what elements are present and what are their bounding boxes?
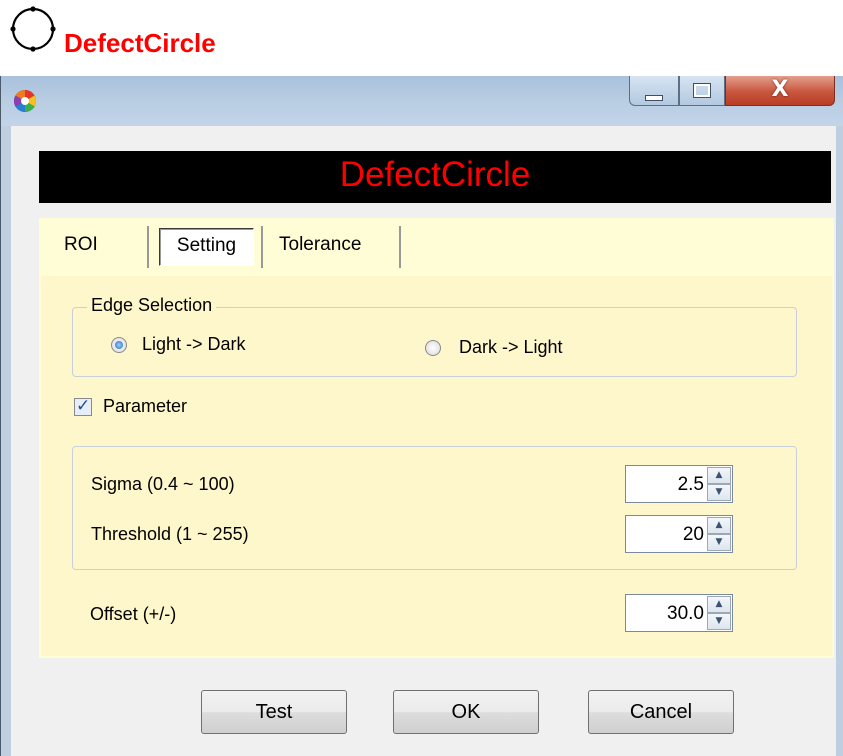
- dialog-client-area: DefectCircle ROI Setting Tolerance Edge …: [11, 126, 836, 756]
- tab-roi[interactable]: ROI: [64, 228, 144, 266]
- tab-control: ROI Setting Tolerance Edge Selection Lig…: [39, 218, 834, 658]
- maximize-icon: [680, 84, 724, 102]
- tab-tolerance[interactable]: Tolerance: [279, 228, 399, 266]
- title-bar[interactable]: X: [1, 76, 843, 126]
- threshold-spinner[interactable]: 20 ▲ ▼: [625, 515, 733, 553]
- close-icon: X: [771, 77, 789, 102]
- spin-up-icon[interactable]: ▲: [707, 467, 731, 484]
- sigma-spinner[interactable]: 2.5 ▲ ▼: [625, 465, 733, 503]
- parameter-checkbox-label[interactable]: Parameter: [103, 396, 187, 417]
- dialog-window: X DefectCircle ROI Setting Tolerance Edg…: [0, 76, 843, 756]
- close-button[interactable]: X: [725, 76, 835, 106]
- maximize-button[interactable]: [679, 76, 725, 106]
- tab-divider: [261, 226, 263, 268]
- minimize-button[interactable]: [629, 76, 679, 106]
- window-controls: X: [629, 76, 839, 110]
- spin-down-icon[interactable]: ▼: [707, 484, 731, 501]
- offset-spin-buttons: ▲ ▼: [707, 596, 731, 630]
- banner-title: DefectCircle: [339, 155, 531, 194]
- radio-dark-to-light[interactable]: [425, 340, 441, 356]
- offset-value[interactable]: 30.0: [628, 603, 704, 625]
- radio-dark-to-light-label[interactable]: Dark -> Light: [459, 337, 563, 358]
- offset-label: Offset (+/-): [90, 604, 177, 624]
- document-header: DefectCircle: [0, 0, 843, 70]
- check-icon: ✓: [76, 396, 91, 416]
- test-button[interactable]: Test: [201, 690, 347, 734]
- tab-divider: [399, 226, 401, 268]
- parameter-checkbox[interactable]: ✓: [74, 396, 92, 416]
- circle-icon: [10, 6, 56, 52]
- sigma-spin-buttons: ▲ ▼: [707, 467, 731, 501]
- spin-up-icon[interactable]: ▲: [707, 517, 731, 534]
- spin-down-icon[interactable]: ▼: [707, 534, 731, 551]
- threshold-value[interactable]: 20: [628, 524, 704, 546]
- offset-spinner[interactable]: 30.0 ▲ ▼: [625, 594, 733, 632]
- tab-divider: [147, 226, 149, 268]
- edge-selection-legend: Edge Selection: [87, 295, 217, 316]
- spin-down-icon[interactable]: ▼: [707, 613, 731, 630]
- ok-button[interactable]: OK: [393, 690, 539, 734]
- tab-setting[interactable]: Setting: [159, 228, 254, 266]
- spin-up-icon[interactable]: ▲: [707, 596, 731, 613]
- threshold-label: Threshold (1 ~ 255): [91, 524, 249, 544]
- document-title: DefectCircle: [64, 28, 216, 58]
- radio-light-to-dark[interactable]: [111, 337, 127, 353]
- minimize-icon: [630, 88, 678, 106]
- threshold-spin-buttons: ▲ ▼: [707, 517, 731, 551]
- sigma-label: Sigma (0.4 ~ 100): [91, 474, 235, 494]
- radio-light-to-dark-label[interactable]: Light -> Dark: [142, 334, 246, 355]
- color-wheel-icon[interactable]: [13, 89, 37, 113]
- sigma-value[interactable]: 2.5: [628, 474, 704, 496]
- title-banner: DefectCircle: [39, 151, 831, 203]
- edge-selection-group: Edge Selection Light -> Dark Dark -> Lig…: [72, 295, 797, 377]
- setting-panel: Edge Selection Light -> Dark Dark -> Lig…: [41, 276, 832, 656]
- cancel-button[interactable]: Cancel: [588, 690, 734, 734]
